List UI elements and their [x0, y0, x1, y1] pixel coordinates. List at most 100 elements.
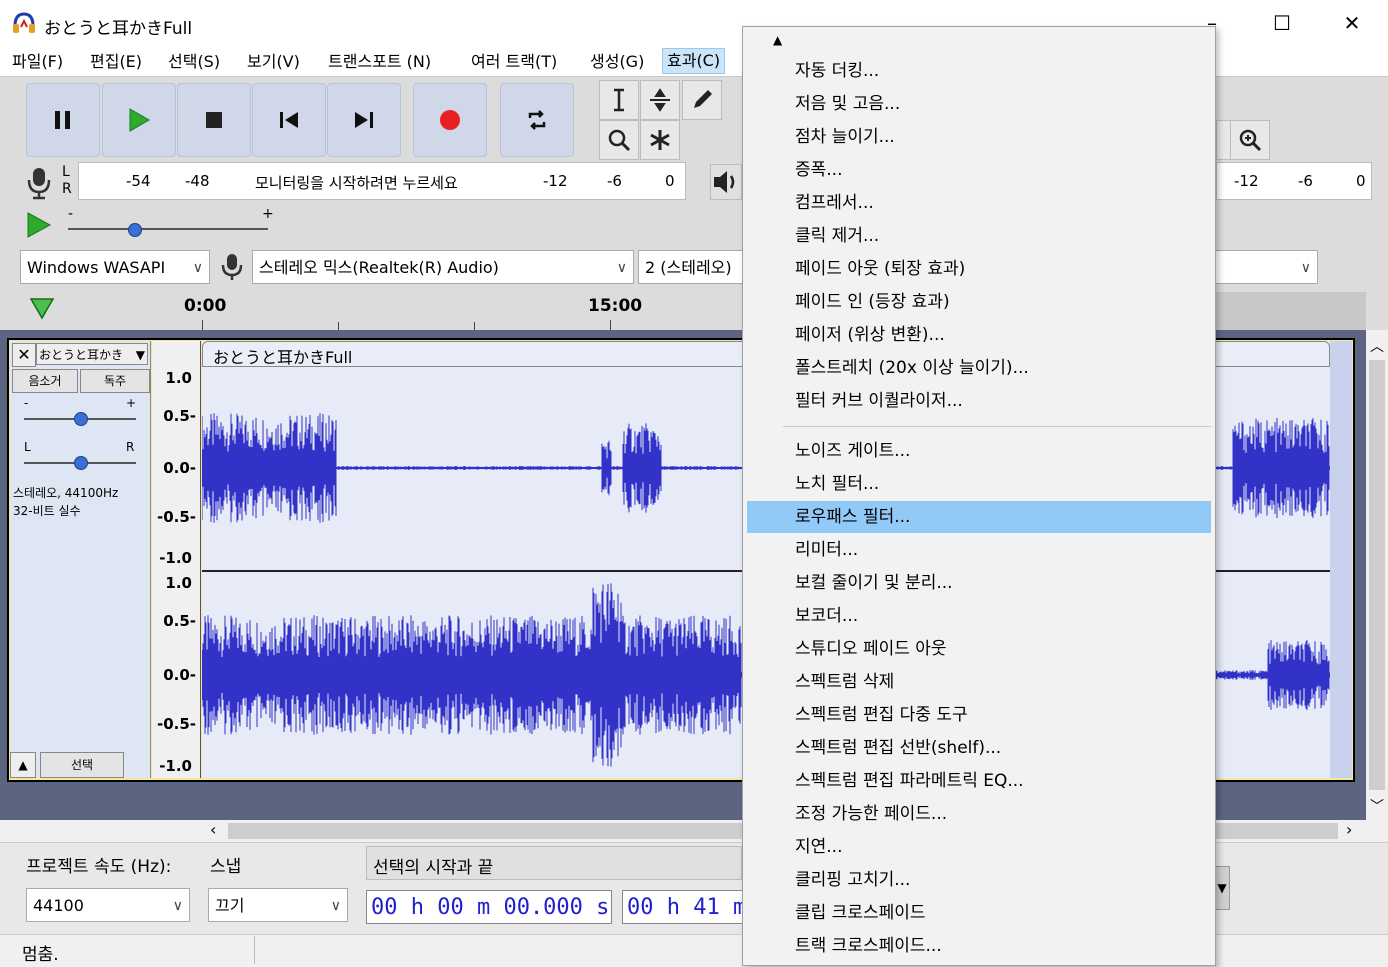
speed-slider-thumb[interactable]	[128, 223, 142, 237]
playback-device-select[interactable]: ∨	[1216, 250, 1318, 284]
effects-menu-item[interactable]: 리미터...	[747, 534, 1211, 566]
skip-to-end-button[interactable]	[327, 83, 401, 157]
effects-menu-item[interactable]: 지연...	[747, 831, 1211, 863]
collapse-track-button[interactable]: ▲	[10, 752, 36, 778]
record-meter-mic-icon[interactable]	[24, 164, 54, 200]
effects-menu-item[interactable]: 클릭 제거...	[747, 220, 1211, 252]
clip-end-area	[1330, 341, 1352, 778]
gain-slider-thumb[interactable]	[74, 412, 88, 426]
window-title: おとうと耳かきFull	[44, 19, 193, 39]
effects-menu-item[interactable]: 폴스트레치 (20x 이상 늘이기)...	[747, 352, 1211, 384]
menu-scroll-up-icon[interactable]: ▲	[773, 33, 782, 47]
effects-menu-item[interactable]: 클립 크로스페이드	[747, 897, 1211, 929]
play-at-speed-button[interactable]	[24, 208, 54, 242]
menu-transport[interactable]: 트랜스포트 (N)	[324, 50, 435, 74]
playback-meter-speaker-icon[interactable]	[710, 164, 742, 200]
solo-button[interactable]: 독주	[80, 369, 150, 393]
envelope-tool[interactable]	[640, 80, 680, 120]
timeline-options-button[interactable]	[28, 294, 56, 322]
effects-menu-item[interactable]: 페이드 아웃 (퇴장 효과)	[747, 253, 1211, 285]
i-beam-icon	[614, 88, 624, 112]
effects-menu-item[interactable]: 노치 필터...	[747, 468, 1211, 500]
channel-l-label: L	[62, 164, 70, 180]
selection-tool[interactable]	[599, 80, 639, 120]
playback-speed-slider[interactable]: - +	[64, 206, 280, 242]
audio-host-select[interactable]: Windows WASAPI ∨	[20, 250, 210, 284]
menu-view[interactable]: 보기(V)	[243, 50, 304, 74]
playback-tick: -6	[1298, 172, 1313, 190]
recording-channels-select[interactable]: 2 (스테레오)	[638, 250, 742, 284]
effects-menu-item[interactable]: 컴프레서...	[747, 187, 1211, 219]
close-button[interactable]: ✕	[1332, 8, 1372, 38]
effects-menu-item[interactable]: 자동 더킹...	[747, 55, 1211, 87]
loop-button[interactable]	[500, 83, 574, 157]
draw-tool[interactable]	[682, 80, 722, 120]
effects-menu-item[interactable]: 로우패스 필터...	[747, 501, 1211, 533]
menu-edit[interactable]: 편집(E)	[86, 50, 146, 74]
effects-menu-item[interactable]: 조정 가능한 페이드...	[747, 798, 1211, 830]
triangle-down-icon: ▼	[135, 348, 145, 362]
vertical-scroll-thumb[interactable]	[1369, 360, 1385, 790]
effects-menu-item[interactable]: 보컬 줄이기 및 분리...	[747, 567, 1211, 599]
ruler-label: -1.0	[159, 549, 192, 567]
pause-button[interactable]	[26, 83, 100, 157]
effects-menu-item[interactable]: 클리핑 고치기...	[747, 864, 1211, 896]
multi-tool[interactable]	[640, 120, 680, 160]
effects-menu-item[interactable]: 트랙 크로스페이드...	[747, 930, 1211, 962]
pan-slider-thumb[interactable]	[74, 456, 88, 470]
effects-menu-item[interactable]: 노이즈 게이트...	[747, 435, 1211, 467]
record-tick: -48	[185, 172, 210, 190]
time-format-dropdown[interactable]: ▼	[1214, 866, 1230, 910]
zoom-tool[interactable]	[599, 120, 639, 160]
effects-menu-item[interactable]: 스펙트럼 편집 다중 도구	[747, 699, 1211, 731]
select-track-button[interactable]: 선택	[40, 752, 124, 778]
effects-menu-item[interactable]: 보코더...	[747, 600, 1211, 632]
ruler-label: -0.5-	[156, 508, 196, 526]
scroll-up-icon: ︿	[1370, 339, 1384, 355]
menu-tracks[interactable]: 여러 트랙(T)	[467, 50, 561, 74]
maximize-button[interactable]: ☐	[1262, 8, 1302, 38]
effects-menu-item[interactable]: 증폭...	[747, 154, 1211, 186]
chevron-down-icon: ∨	[192, 260, 203, 276]
track-close-button[interactable]: ✕	[12, 343, 36, 367]
menu-effects[interactable]: 효과(C)	[662, 48, 726, 74]
record-tick: -6	[607, 172, 622, 190]
effects-menu-item[interactable]: 필터 커브 이퀄라이저...	[747, 385, 1211, 417]
triangle-up-icon: ▲	[18, 758, 28, 772]
stop-button[interactable]	[177, 83, 251, 157]
vertical-scrollbar[interactable]: ︿ ﹀	[1366, 330, 1388, 820]
effects-menu-item[interactable]: 스펙트럼 삭제	[747, 666, 1211, 698]
record-tick: 0	[665, 172, 675, 190]
loop-icon	[528, 110, 546, 130]
play-button[interactable]	[102, 83, 176, 157]
zoom-toggle-tool[interactable]	[1230, 120, 1270, 160]
menu-file[interactable]: 파일(F)	[8, 50, 67, 74]
project-rate-select[interactable]: 44100 ∨	[26, 888, 190, 922]
menu-generate[interactable]: 생성(G)	[586, 50, 648, 74]
effects-menu-item[interactable]: 페이저 (위상 변환)...	[747, 319, 1211, 351]
effects-menu-item[interactable]: 스펙트럼 편집 파라메트릭 EQ...	[747, 765, 1211, 797]
snap-label: 스냅	[210, 857, 242, 877]
pan-slider[interactable]: L R	[14, 440, 144, 476]
effects-menu-item[interactable]: 스튜디오 페이드 아웃	[747, 633, 1211, 665]
monitor-prompt[interactable]: 모니터링을 시작하려면 누르세요	[255, 172, 458, 193]
chevron-down-icon: ∨	[172, 898, 183, 914]
pause-icon	[55, 111, 70, 129]
menu-select[interactable]: 선택(S)	[164, 50, 224, 74]
track-menu-button[interactable]: おとうと耳かき ▼	[36, 343, 148, 365]
effects-menu-item[interactable]: 페이드 인 (등장 효과)	[747, 286, 1211, 318]
selection-start-time[interactable]: 00 h 00 m 00.000 s	[366, 890, 612, 924]
ruler-label: 1.0	[165, 369, 192, 387]
effects-menu-item[interactable]: 저음 및 고음...	[747, 88, 1211, 120]
gain-slider[interactable]: - +	[14, 396, 144, 432]
selection-end-time[interactable]: 00 h 41 m	[622, 890, 742, 924]
record-button[interactable]	[413, 83, 487, 157]
ruler-label: -0.5-	[156, 715, 196, 733]
skip-to-start-button[interactable]	[252, 83, 326, 157]
effects-menu-item[interactable]: 스펙트럼 편집 선반(shelf)...	[747, 732, 1211, 764]
mute-button[interactable]: 음소거	[12, 369, 78, 393]
recording-device-select[interactable]: 스테레오 믹스(Realtek(R) Audio) ∨	[252, 250, 634, 284]
selection-mode-select[interactable]: 선택의 시작과 끝	[366, 846, 742, 880]
effects-menu-item[interactable]: 점차 늘이기...	[747, 121, 1211, 153]
snap-select[interactable]: 끄기 ∨	[208, 888, 348, 922]
